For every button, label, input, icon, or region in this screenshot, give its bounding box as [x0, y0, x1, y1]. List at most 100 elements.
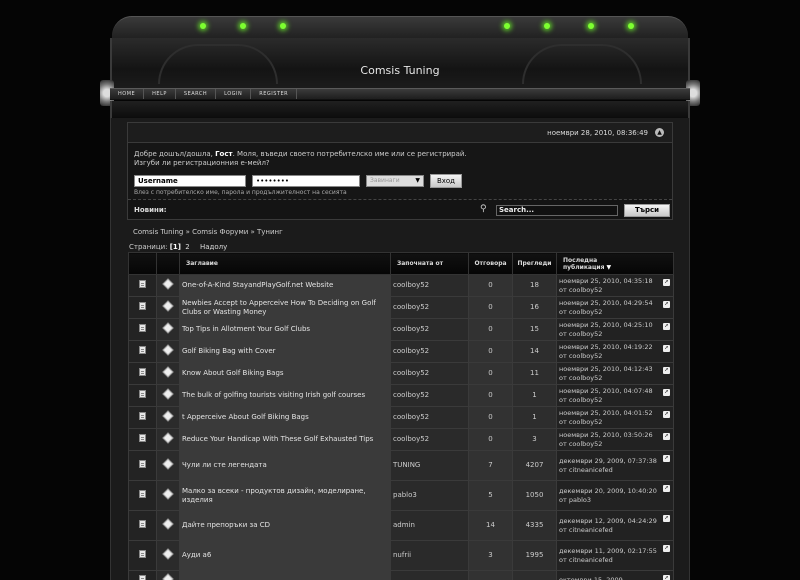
nav-help[interactable]: HELP	[144, 89, 176, 99]
topic-starter[interactable]: coolboy52	[390, 428, 469, 451]
username-input[interactable]: Username	[134, 175, 246, 187]
table-row[interactable]: Know About Golf Biking Bags coolboy52 0 11 н…	[128, 362, 674, 385]
topic-starter[interactable]: nufrii	[390, 540, 469, 571]
last-post-icon[interactable]: ➚	[663, 545, 670, 552]
nav-login[interactable]: LOGIN	[216, 89, 252, 99]
table-row[interactable]: Golf Biking Bag with Cover coolboy52 0 14 но…	[128, 340, 674, 363]
news-row: Новини: ⚲ Search... Търси	[128, 199, 672, 219]
last-post-author[interactable]: от citneanicefed	[559, 556, 613, 564]
last-post-author[interactable]: от coolboy52	[559, 418, 602, 426]
table-row[interactable]: Ауди а6 nufrii 3 1995 декември 11, 2009, 02:…	[128, 540, 674, 571]
header-views[interactable]: Прегледи	[512, 252, 557, 275]
topic-subject[interactable]: t Apperceive About Golf Biking Bags	[179, 406, 391, 429]
last-post-icon[interactable]: ➚	[663, 455, 670, 462]
last-post-icon[interactable]: ➚	[663, 367, 670, 374]
topic-views: 4335	[512, 510, 557, 541]
last-post-icon[interactable]: ➚	[663, 279, 670, 286]
topic-subject[interactable]: Чули ли сте легендата	[179, 450, 391, 481]
topic-type-cell	[156, 428, 180, 451]
last-post-author[interactable]: от coolboy52	[559, 440, 602, 448]
topic-starter[interactable]: admin	[390, 510, 469, 541]
topic-subject[interactable]: Малко за всеки - продуктов дизайн, модел…	[179, 480, 391, 511]
header-subject[interactable]: Заглавие	[179, 252, 391, 275]
topic-starter[interactable]: coolboy52	[390, 362, 469, 385]
last-post-icon[interactable]: ➚	[663, 345, 670, 352]
table-row[interactable]: Чули ли сте легендата TUNING 7 4207 декември…	[128, 450, 674, 481]
last-post-date: ноември 25, 2010, 04:35:18	[559, 276, 653, 285]
last-post-author[interactable]: от coolboy52	[559, 286, 602, 294]
topic-starter[interactable]: coolboy52	[390, 406, 469, 429]
topic-starter[interactable]: coolboy52	[390, 274, 469, 297]
chevron-down-icon: ▼	[415, 177, 420, 184]
last-post-icon[interactable]: ➚	[663, 411, 670, 418]
topic-starter[interactable]: pablo3	[390, 480, 469, 511]
nav-search[interactable]: SEARCH	[176, 89, 217, 99]
table-row[interactable]: Top Tips in Allotment Your Golf Clubs coo…	[128, 318, 674, 341]
login-button[interactable]: Вход	[430, 174, 462, 188]
session-duration-select[interactable]: Завинаги ▼	[366, 175, 424, 187]
last-post-icon[interactable]: ➚	[663, 323, 670, 330]
last-post-author[interactable]: от coolboy52	[559, 308, 602, 316]
header-replies[interactable]: Отговора	[468, 252, 513, 275]
last-post-author[interactable]: от coolboy52	[559, 352, 602, 360]
table-row[interactable]: Малко за всеки - продуктов дизайн, модел…	[128, 480, 674, 511]
post-icon	[162, 344, 174, 356]
topic-subject[interactable]: Top Tips in Allotment Your Golf Clubs	[179, 318, 391, 341]
search-button[interactable]: Търси	[624, 204, 670, 217]
post-icon	[162, 458, 174, 470]
last-post-icon[interactable]: ➚	[663, 575, 670, 580]
topic-subject[interactable]: Reduce Your Handicap With These Golf Exh…	[179, 428, 391, 451]
table-row[interactable]: Дайте препоръки за CD admin 14 4335 декември…	[128, 510, 674, 541]
last-post-author[interactable]: от citneanicefed	[559, 466, 613, 474]
table-row[interactable]: октомври 15, 2009, ➚	[128, 570, 674, 580]
topic-views: 1	[512, 406, 557, 429]
last-post-author[interactable]: от coolboy52	[559, 330, 602, 338]
last-post-icon[interactable]: ➚	[663, 515, 670, 522]
page-link-2[interactable]: 2	[185, 243, 189, 251]
topic-starter[interactable]: coolboy52	[390, 296, 469, 319]
topic-subject[interactable]: Дайте препоръки за CD	[179, 510, 391, 541]
topic-starter[interactable]: coolboy52	[390, 318, 469, 341]
table-row[interactable]: Reduce Your Handicap With These Golf Exh…	[128, 428, 674, 451]
collapse-icon[interactable]: ▲	[655, 128, 664, 137]
last-post-author[interactable]: от citneanicefed	[559, 526, 613, 534]
table-row[interactable]: One-of-A-Kind StayandPlayGolf.net Websit…	[128, 274, 674, 297]
breadcrumb[interactable]: Comsis Tuning » Comsis Форуми » Тунинг	[133, 228, 283, 236]
topic-starter[interactable]: coolboy52	[390, 384, 469, 407]
topic-views: 16	[512, 296, 557, 319]
topic-subject[interactable]: The bulk of golfing tourists visiting Ir…	[179, 384, 391, 407]
topic-list: One-of-A-Kind StayandPlayGolf.net Websit…	[128, 274, 674, 580]
nav-home[interactable]: HOME	[110, 89, 145, 99]
password-input[interactable]: ••••••••	[252, 175, 360, 187]
topic-subject[interactable]: Golf Biking Bag with Cover	[179, 340, 391, 363]
duration-value: Завинаги	[370, 177, 400, 184]
welcome-suffix: . Моля, въведи своето потребителско име …	[232, 150, 467, 158]
table-row[interactable]: t Apperceive About Golf Biking Bags coolb…	[128, 406, 674, 429]
topic-subject[interactable]: Ауди а6	[179, 540, 391, 571]
last-post-icon[interactable]: ➚	[663, 485, 670, 492]
last-post-icon[interactable]: ➚	[663, 389, 670, 396]
last-post-author[interactable]: от coolboy52	[559, 374, 602, 382]
nav-register[interactable]: REGISTER	[251, 89, 298, 99]
table-row[interactable]: Newbies Accept to Apperceive How To Deci…	[128, 296, 674, 319]
search-input[interactable]: Search...	[496, 205, 618, 216]
topic-status-cell	[128, 362, 157, 385]
header-starter[interactable]: Започната от	[390, 252, 469, 275]
last-post-author[interactable]: от pablo3	[559, 496, 591, 504]
topic-starter[interactable]: TUNING	[390, 450, 469, 481]
topic-last-post: октомври 15, 2009, ➚	[556, 570, 674, 580]
lost-email-link[interactable]: Изгуби ли регистрационния е-мейл?	[134, 159, 270, 167]
go-down-link[interactable]: Надолу	[200, 243, 227, 251]
last-post-author[interactable]: от coolboy52	[559, 396, 602, 404]
header-last-post[interactable]: Последна публикация ▼	[556, 252, 674, 275]
topic-subject[interactable]: Newbies Accept to Apperceive How To Deci…	[179, 296, 391, 319]
last-post-icon[interactable]: ➚	[663, 433, 670, 440]
topic-starter[interactable]: coolboy52	[390, 340, 469, 363]
table-row[interactable]: The bulk of golfing tourists visiting Ir…	[128, 384, 674, 407]
topic-subject[interactable]: One-of-A-Kind StayandPlayGolf.net Websit…	[179, 274, 391, 297]
topic-subject[interactable]: Know About Golf Biking Bags	[179, 362, 391, 385]
topic-starter[interactable]	[390, 570, 469, 580]
last-post-icon[interactable]: ➚	[663, 301, 670, 308]
header-stripe	[110, 101, 690, 118]
topic-subject[interactable]	[179, 570, 391, 580]
